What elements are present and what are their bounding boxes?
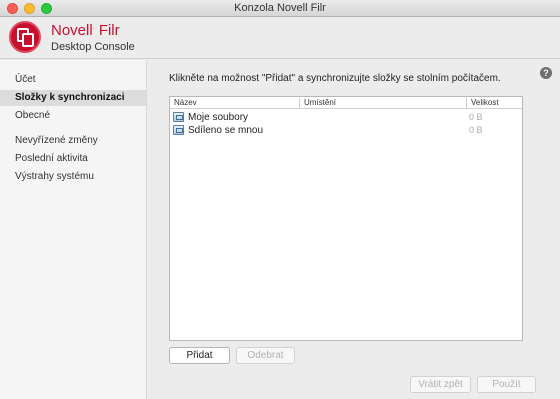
remove-button[interactable]: Odebrat [236,347,295,364]
sidebar-item-general[interactable]: Obecné [0,108,146,124]
sidebar-item-account[interactable]: Účet [0,72,146,88]
row-name: Sdíleno se mnou [188,125,264,136]
table-header: Název Umístění Velikost [170,97,522,109]
column-header-name[interactable]: Název [170,97,298,109]
brand-subtitle: Desktop Console [51,41,135,53]
apply-button[interactable]: Použít [477,376,536,393]
sidebar-item-sync-folders[interactable]: Složky k synchronizaci [0,90,146,106]
title-bar: Konzola Novell Filr [0,0,560,17]
app-header: Novell. Filr Desktop Console [0,17,560,59]
instruction-text: Klikněte na možnost "Přidat" a synchroni… [169,73,501,84]
sync-folders-table: Název Umístění Velikost Moje soubory 0 B… [169,96,523,341]
revert-button[interactable]: Vrátit zpět [410,376,471,393]
brand-name: Novell. Filr [51,22,120,39]
help-button[interactable]: ? [540,67,552,79]
row-name: Moje soubory [188,112,249,123]
sidebar-item-pending-changes[interactable]: Nevyřízené změny [0,133,146,149]
sidebar-item-system-alerts[interactable]: Výstrahy systému [0,169,146,185]
folder-icon [173,112,184,122]
filr-logo-icon [9,21,41,53]
row-size: 0 B [469,112,483,122]
row-size: 0 B [469,125,483,135]
sidebar-item-recent-activity[interactable]: Poslední aktivita [0,151,146,167]
sidebar: Účet Složky k synchronizaci Obecné Nevyř… [0,60,147,399]
shared-folder-icon [173,125,184,135]
table-row[interactable]: Sdíleno se mnou 0 B [170,124,522,137]
column-header-location[interactable]: Umístění [300,97,466,109]
add-button[interactable]: Přidat [169,347,230,364]
window-title: Konzola Novell Filr [234,2,326,14]
column-header-size[interactable]: Velikost [467,97,522,109]
table-row[interactable]: Moje soubory 0 B [170,111,522,124]
